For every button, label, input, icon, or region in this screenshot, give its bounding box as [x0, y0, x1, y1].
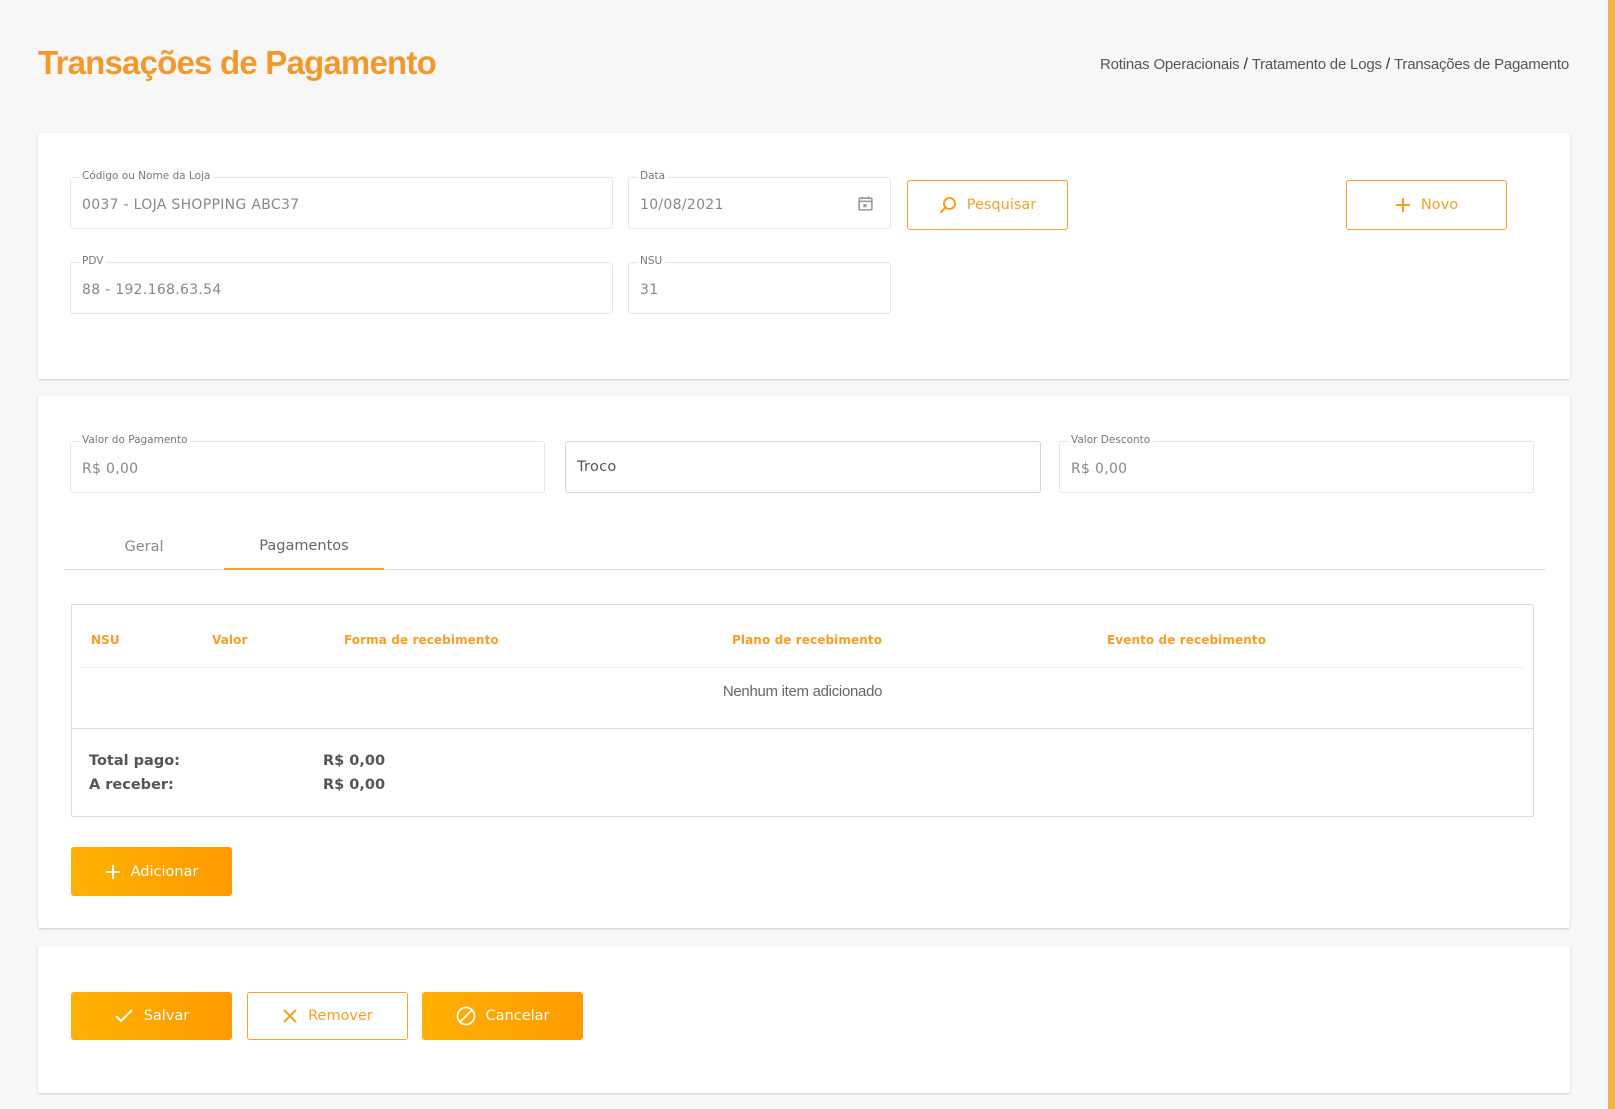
breadcrumb-separator: / [1385, 56, 1391, 73]
filter-card: Código ou Nome da Loja 0037 - LOJA SHOPP… [38, 133, 1570, 379]
date-field-label: Data [637, 170, 669, 182]
ban-icon [456, 1006, 475, 1026]
pdv-field-value: 88 - 192.168.63.54 [82, 282, 222, 298]
page-title: Transações de Pagamento [38, 44, 437, 81]
footer-divider [72, 728, 1533, 729]
nsu-field-label: NSU [637, 255, 666, 267]
tab-pagamentos[interactable]: Pagamentos [224, 524, 384, 570]
add-button[interactable]: Adicionar [71, 847, 232, 896]
payment-value-value: R$ 0,00 [82, 461, 139, 477]
pdv-field[interactable]: PDV 88 - 192.168.63.54 [70, 255, 613, 314]
pdv-field-label: PDV [79, 255, 107, 267]
date-field[interactable]: Data 10/08/2021 [628, 170, 891, 229]
discount-field-label: Valor Desconto [1068, 434, 1154, 446]
date-field-value: 10/08/2021 [640, 197, 724, 213]
breadcrumb: Rotinas Operacionais / Tratamento de Logs /… [1100, 56, 1569, 74]
plus-icon [105, 864, 120, 879]
to-receive-value: R$ 0,00 [323, 777, 386, 793]
empty-table-message: Nenhum item adicionado [722, 683, 883, 700]
payment-value-field[interactable]: Valor do Pagamento R$ 0,00 [70, 434, 545, 493]
payment-card: Valor do Pagamento R$ 0,00 Troco Valor D… [38, 396, 1570, 928]
discount-field-value: R$ 0,00 [1071, 461, 1128, 477]
add-button-label: Adicionar [130, 863, 199, 880]
store-field-value: 0037 - LOJA SHOPPING ABC37 [82, 197, 300, 213]
header-divider [80, 667, 1525, 668]
remove-button-label: Remover [308, 1008, 373, 1024]
column-header-evento[interactable]: Evento de recebimento [1107, 633, 1266, 647]
column-header-plano[interactable]: Plano de recebimento [732, 633, 882, 647]
calendar-icon[interactable] [857, 195, 874, 212]
search-button[interactable]: Pesquisar [907, 180, 1068, 230]
breadcrumb-item-current: Transações de Pagamento [1394, 56, 1569, 73]
save-button-label: Salvar [143, 1008, 190, 1024]
check-icon [115, 1009, 133, 1023]
column-header-forma[interactable]: Forma de recebimento [344, 633, 499, 647]
breadcrumb-item[interactable]: Rotinas Operacionais [1100, 56, 1240, 73]
total-paid-label: Total pago: [89, 753, 180, 769]
column-header-nsu[interactable]: NSU [91, 633, 120, 647]
nsu-field-value: 31 [640, 282, 659, 298]
column-header-valor[interactable]: Valor [212, 633, 248, 647]
breadcrumb-item[interactable]: Tratamento de Logs [1252, 56, 1382, 73]
search-button-label: Pesquisar [966, 197, 1037, 213]
payment-value-label: Valor do Pagamento [79, 434, 191, 446]
to-receive-label: A receber: [89, 777, 174, 793]
tab-geral[interactable]: Geral [64, 524, 224, 570]
change-field[interactable]: Troco [565, 441, 1041, 493]
cancel-button[interactable]: Cancelar [422, 992, 583, 1040]
nsu-field[interactable]: NSU 31 [628, 255, 891, 314]
store-field-label: Código ou Nome da Loja [79, 170, 214, 182]
search-icon [939, 197, 956, 214]
tab-bar: Geral Pagamentos [64, 524, 1546, 570]
total-paid-value: R$ 0,00 [323, 753, 386, 769]
payments-table: NSU Valor Forma de recebimento Plano de … [71, 604, 1534, 817]
new-button[interactable]: Novo [1346, 180, 1507, 230]
cancel-button-label: Cancelar [485, 1008, 550, 1024]
new-button-label: Novo [1420, 197, 1459, 213]
change-field-placeholder: Troco [577, 459, 617, 475]
save-button[interactable]: Salvar [71, 992, 232, 1040]
store-field[interactable]: Código ou Nome da Loja 0037 - LOJA SHOPP… [70, 170, 613, 229]
discount-field[interactable]: Valor Desconto R$ 0,00 [1059, 434, 1534, 493]
remove-button[interactable]: Remover [247, 992, 408, 1040]
close-icon [283, 1009, 297, 1023]
plus-icon [1395, 198, 1410, 212]
breadcrumb-separator: / [1243, 56, 1248, 73]
right-edge-accent [1608, 0, 1615, 1109]
actions-card: Salvar Remover Cancelar [38, 946, 1570, 1093]
